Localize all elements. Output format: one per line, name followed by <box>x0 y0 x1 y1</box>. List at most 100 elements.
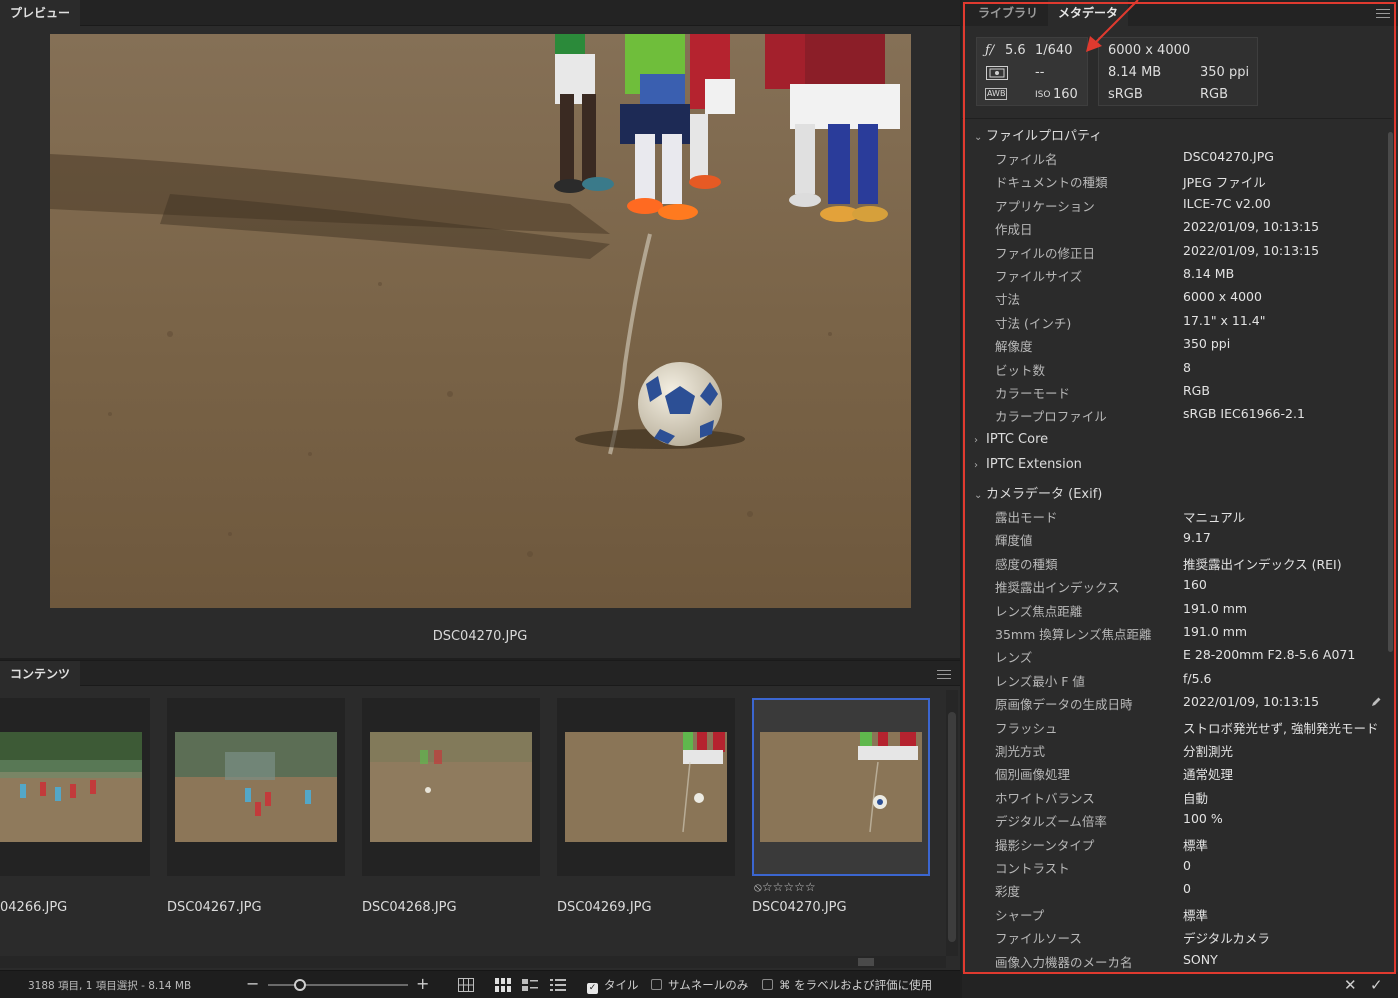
metadata-value[interactable]: マニュアル <box>1183 507 1245 526</box>
metadata-value[interactable]: 標準 <box>1183 835 1208 854</box>
preview-image <box>50 34 911 608</box>
metadata-value[interactable]: 160 <box>1183 577 1207 592</box>
preview-filename: DSC04270.JPG <box>432 629 528 644</box>
metadata-value[interactable]: 分割測光 <box>1183 741 1233 760</box>
metadata-key: ファイルソース <box>995 931 1082 947</box>
metadata-row: 35mm 換算レンズ焦点距離 191.0 mm <box>962 624 1382 646</box>
list-view-icon[interactable] <box>550 978 566 992</box>
metadata-row: コントラスト 0 <box>962 858 1382 880</box>
section-iptc-core[interactable]: › IPTC Core <box>974 432 1048 447</box>
metadata-value[interactable]: 9.17 <box>1183 530 1211 545</box>
metadata-value[interactable]: JPEG ファイル <box>1183 172 1266 191</box>
thumbnail-dsc04267[interactable] <box>167 698 345 876</box>
metadata-value[interactable]: 2022/01/09, 10:13:15 <box>1183 694 1319 709</box>
metadata-key: ファイルの修正日 <box>995 245 1096 261</box>
metadata-value[interactable]: RGB <box>1183 383 1210 398</box>
cancel-icon[interactable]: ✕ <box>1344 976 1357 994</box>
zoom-in-button[interactable]: + <box>416 974 429 993</box>
metadata-value[interactable]: ILCE-7C v2.00 <box>1183 196 1271 211</box>
metadata-value[interactable]: 標準 <box>1183 905 1208 924</box>
metadata-value[interactable]: 8.14 MB <box>1183 266 1234 281</box>
metadata-row: ファイルサイズ 8.14 MB <box>962 266 1382 288</box>
chevron-right-icon: › <box>974 435 978 446</box>
metadata-value[interactable]: 191.0 mm <box>1183 624 1247 639</box>
metadata-value[interactable]: 2022/01/09, 10:13:15 <box>1183 219 1319 234</box>
thumbnail-dsc04270[interactable] <box>752 698 930 876</box>
iso-value: 160 <box>1053 87 1078 102</box>
thumbnail-dsc04268[interactable] <box>362 698 540 876</box>
zoom-out-button[interactable]: − <box>246 974 259 993</box>
section-file-properties[interactable]: ⌄ ファイルプロパティ <box>974 125 1102 144</box>
use-cmd-for-label-checkbox[interactable]: ⌘ をラベルおよび評価に使用 <box>762 977 932 993</box>
metadata-row: 彩度 0 <box>962 881 1382 903</box>
metadata-value[interactable]: SONY <box>1183 952 1218 967</box>
content-horizontal-scrollbar[interactable] <box>0 956 946 968</box>
metadata-value[interactable]: sRGB IEC61966-2.1 <box>1183 406 1305 421</box>
divider <box>962 118 1392 119</box>
metadata-value[interactable]: 通常処理 <box>1183 764 1233 783</box>
metadata-value[interactable]: 8 <box>1183 360 1191 375</box>
exif-summary: ƒ/ 5.6 1/640 -- AWB ISO 160 <box>976 37 1088 106</box>
metadata-value[interactable]: DSC04270.JPG <box>1183 149 1274 164</box>
thumbnail-size-slider[interactable] <box>268 984 408 986</box>
metadata-value[interactable]: 350 ppi <box>1183 336 1230 351</box>
thumbnail-only-checkbox[interactable]: サムネールのみ <box>651 977 748 993</box>
metadata-key: 感度の種類 <box>995 556 1058 572</box>
metadata-value[interactable]: 100 % <box>1183 811 1223 826</box>
metadata-key: ドキュメントの種類 <box>995 175 1108 191</box>
metadata-value[interactable]: 6000 x 4000 <box>1183 289 1262 304</box>
metadata-value[interactable]: ストロボ発光せず, 強制発光モード <box>1183 718 1378 737</box>
details-view-icon[interactable] <box>522 978 538 992</box>
summary-resolution: 350 ppi <box>1200 65 1250 80</box>
metadata-value[interactable]: E 28-200mm F2.8-5.6 A071 <box>1183 647 1355 662</box>
shutter-speed: 1/640 <box>1035 43 1073 58</box>
thumbnail-label-dsc04266: 04266.JPG <box>0 900 68 915</box>
tab-library[interactable]: ライブラリ <box>968 0 1048 26</box>
metadata-value[interactable]: 0 <box>1183 858 1191 873</box>
metadata-value[interactable]: 17.1" x 11.4" <box>1183 313 1266 328</box>
metadata-value[interactable]: 191.0 mm <box>1183 601 1247 616</box>
tab-content[interactable]: コンテンツ <box>0 661 81 687</box>
metering-mode-icon <box>986 66 1008 80</box>
metadata-value[interactable]: 自動 <box>1183 788 1208 807</box>
metadata-scrollbar[interactable] <box>1388 120 1394 970</box>
metadata-panel: ライブラリ メタデータ ƒ/ 5.6 1/640 -- AWB ISO 160 … <box>962 0 1398 998</box>
metadata-value[interactable]: 推奨露出インデックス (REI) <box>1183 554 1342 573</box>
metadata-key: コントラスト <box>995 861 1070 876</box>
metadata-row: 推奨露出インデックス 160 <box>962 577 1382 599</box>
metadata-value[interactable]: f/5.6 <box>1183 671 1212 686</box>
metadata-panel-menu-icon[interactable] <box>1376 9 1390 19</box>
content-panel-menu-icon[interactable] <box>937 670 951 680</box>
tile-checkbox[interactable]: ✓ タイル <box>587 977 639 994</box>
metadata-value[interactable]: 0 <box>1183 881 1191 896</box>
chevron-down-icon: ⌄ <box>974 132 983 143</box>
metadata-key: シャープ <box>995 907 1045 923</box>
grid-view-icon[interactable] <box>458 978 474 992</box>
thumbnail-dsc04269[interactable] <box>557 698 735 876</box>
metadata-row: 寸法 6000 x 4000 <box>962 289 1382 311</box>
status-bar: 3188 項目, 1 項目選択 - 8.14 MB − + ✓ タイル サムネール… <box>0 970 960 998</box>
thumbnail-size-slider-knob[interactable] <box>294 979 306 991</box>
thumbnail-dsc04266[interactable] <box>0 698 150 876</box>
section-iptc-extension[interactable]: › IPTC Extension <box>974 457 1082 472</box>
metadata-key: 解像度 <box>995 339 1033 355</box>
metadata-row: 画像入力機器のメーカ名 SONY <box>962 952 1382 974</box>
metadata-key: デジタルズーム倍率 <box>995 814 1107 830</box>
tab-preview[interactable]: プレビュー <box>0 0 81 26</box>
pencil-icon[interactable] <box>1370 696 1382 708</box>
preview-tabbar: プレビュー <box>0 0 960 26</box>
metadata-key: 推奨露出インデックス <box>995 580 1120 596</box>
section-camera-data[interactable]: ⌄ カメラデータ (Exif) <box>974 483 1102 502</box>
thumbnail-only-label: サムネールのみ <box>668 978 749 992</box>
metadata-row: ビット数 8 <box>962 360 1382 382</box>
content-vertical-scrollbar[interactable] <box>946 690 958 956</box>
star-rating[interactable]: ⦸☆☆☆☆☆ <box>754 880 816 895</box>
metadata-value[interactable]: 2022/01/09, 10:13:15 <box>1183 243 1319 258</box>
metadata-row: 露出モード マニュアル <box>962 507 1382 529</box>
metadata-row: デジタルズーム倍率 100 % <box>962 811 1382 833</box>
metadata-value[interactable]: デジタルカメラ <box>1183 928 1270 947</box>
metadata-row: ファイル名 DSC04270.JPG <box>962 149 1382 171</box>
checkmark-icon: ✓ <box>587 983 598 994</box>
apply-icon[interactable]: ✓ <box>1370 976 1383 994</box>
thumbnail-view-icon[interactable] <box>495 978 511 992</box>
